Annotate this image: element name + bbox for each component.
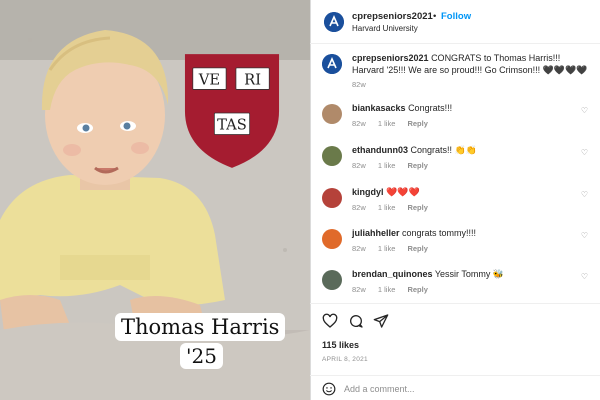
post-author-username[interactable]: cprepseniors2021: [352, 11, 433, 22]
reply-button[interactable]: Reply: [407, 161, 427, 170]
comment-username[interactable]: kingdyl: [352, 187, 384, 197]
crest-word: RI: [244, 72, 261, 89]
caption-time[interactable]: 82w: [352, 80, 366, 89]
comment-meta: 82w 1 like Reply: [352, 285, 438, 294]
share-icon[interactable]: [373, 313, 389, 329]
comment-line: kingdyl ❤️❤️❤️: [352, 186, 592, 198]
comment-time[interactable]: 82w: [352, 119, 366, 128]
harvard-crest-icon: VE RI TAS: [184, 54, 280, 168]
follow-button[interactable]: Follow: [441, 11, 471, 22]
comment-like-heart-icon[interactable]: ♡: [581, 190, 588, 199]
avatar[interactable]: [322, 54, 342, 74]
comment-input[interactable]: [344, 380, 544, 397]
comment-text: congrats tommy!!!!: [402, 228, 477, 238]
comment-item: ethandunn03 Congrats!! 👏👏 82w 1 like Rep…: [310, 142, 600, 182]
avatar[interactable]: [322, 104, 342, 124]
comment-meta: 82w 1 like Reply: [352, 203, 438, 212]
comment-text: Congrats!! 👏👏: [410, 145, 477, 155]
comment-item: kingdyl ❤️❤️❤️ 82w 1 like Reply ♡: [310, 184, 600, 224]
reply-button[interactable]: Reply: [407, 203, 427, 212]
comment-time[interactable]: 82w: [352, 244, 366, 253]
comment-username[interactable]: juliahheller: [352, 228, 400, 238]
comment-line: brendan_quinones Yessir Tommy 🐝: [352, 268, 592, 280]
crest-word: TAS: [217, 117, 247, 134]
comment-time[interactable]: 82w: [352, 285, 366, 294]
caption-meta: 82w: [352, 80, 376, 89]
comment-text: ❤️❤️❤️: [386, 187, 420, 197]
avatar[interactable]: [322, 229, 342, 249]
reply-button[interactable]: Reply: [407, 119, 427, 128]
avatar[interactable]: [324, 12, 344, 32]
avatar[interactable]: [322, 188, 342, 208]
add-comment-bar: [310, 375, 600, 400]
comment-icon[interactable]: [348, 313, 364, 329]
comment-like-heart-icon[interactable]: ♡: [581, 106, 588, 115]
post-date[interactable]: APRIL 8, 2021: [322, 356, 368, 363]
comments-feed[interactable]: cprepseniors2021 CONGRATS to Thomas Harr…: [310, 44, 600, 302]
photo-caption-name: Thomas Harris: [115, 313, 286, 341]
comment-item: juliahheller congrats tommy!!!! 82w 1 li…: [310, 225, 600, 265]
caption-username[interactable]: cprepseniors2021: [352, 53, 429, 63]
comment-likes[interactable]: 1 like: [378, 203, 396, 212]
crest-word: VE: [198, 72, 220, 89]
brand-logo-icon: [322, 54, 342, 74]
comment-likes[interactable]: 1 like: [378, 285, 396, 294]
comment-time[interactable]: 82w: [352, 203, 366, 212]
comment-likes[interactable]: 1 like: [378, 119, 396, 128]
comment-time[interactable]: 82w: [352, 161, 366, 170]
comment-meta: 82w 1 like Reply: [352, 244, 438, 253]
comment-item: biankasacks Congrats!!! 82w 1 like Reply…: [310, 100, 600, 140]
comment-like-heart-icon[interactable]: ♡: [581, 148, 588, 157]
comment-like-heart-icon[interactable]: ♡: [581, 231, 588, 240]
comment-username[interactable]: biankasacks: [352, 103, 406, 113]
comment-text: Congrats!!!: [408, 103, 453, 113]
comment-item: brendan_quinones Yessir Tommy 🐝 82w 1 li…: [310, 266, 600, 302]
comment-like-heart-icon[interactable]: ♡: [581, 272, 588, 281]
post-header: cprepseniors2021 • Follow Harvard Univer…: [310, 0, 600, 44]
comment-likes[interactable]: 1 like: [378, 244, 396, 253]
heart-icon[interactable]: [322, 313, 338, 329]
avatar[interactable]: [322, 146, 342, 166]
comment-meta: 82w 1 like Reply: [352, 161, 438, 170]
brand-logo-icon: [324, 12, 344, 32]
instagram-post-view: VE RI TAS Thomas Harris '25 cprepseniors…: [0, 0, 600, 400]
comment-line: ethandunn03 Congrats!! 👏👏: [352, 144, 592, 156]
post-caption: cprepseniors2021 CONGRATS to Thomas Harr…: [310, 50, 600, 98]
avatar[interactable]: [322, 270, 342, 290]
comment-username[interactable]: brendan_quinones: [352, 269, 433, 279]
caption-text-line: cprepseniors2021 CONGRATS to Thomas Harr…: [352, 52, 592, 76]
reply-button[interactable]: Reply: [407, 244, 427, 253]
comment-line: biankasacks Congrats!!!: [352, 102, 592, 114]
reply-button[interactable]: Reply: [407, 285, 427, 294]
post-info-panel: cprepseniors2021 • Follow Harvard Univer…: [310, 0, 600, 400]
separator-dot: •: [433, 11, 437, 22]
likes-count[interactable]: 115 likes: [322, 340, 359, 350]
emoji-icon[interactable]: [322, 382, 336, 396]
post-photo[interactable]: VE RI TAS Thomas Harris '25: [0, 0, 310, 400]
comment-meta: 82w 1 like Reply: [352, 119, 438, 128]
comment-line: juliahheller congrats tommy!!!!: [352, 227, 592, 239]
comment-text: Yessir Tommy 🐝: [434, 269, 505, 279]
comment-likes[interactable]: 1 like: [378, 161, 396, 170]
post-location[interactable]: Harvard University: [352, 24, 418, 33]
photo-caption-year: '25: [180, 343, 223, 369]
comment-username[interactable]: ethandunn03: [352, 145, 408, 155]
